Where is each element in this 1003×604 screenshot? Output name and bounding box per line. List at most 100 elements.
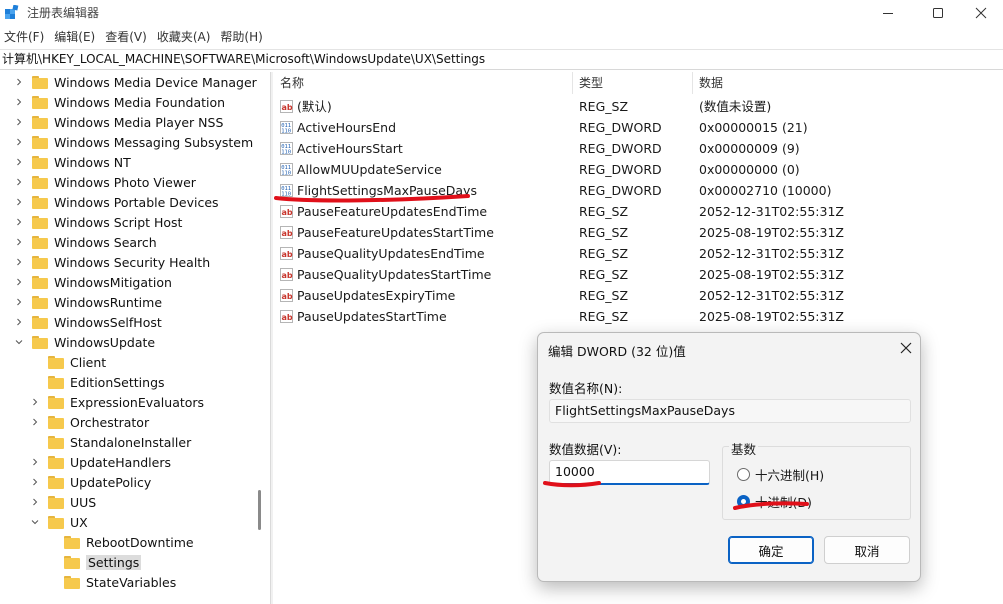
list-row[interactable]: 011 110 ActiveHoursEnd REG_DWORD 0x00000015 … <box>274 117 1003 138</box>
tree-item[interactable]: WindowsUpdate <box>14 332 266 352</box>
column-header-name[interactable]: 名称 <box>274 72 573 94</box>
tree-expander[interactable] <box>30 412 40 432</box>
folder-icon <box>48 435 64 449</box>
tree-item[interactable]: StandaloneInstaller <box>30 432 266 452</box>
tree-item[interactable]: Windows Photo Viewer <box>14 172 266 192</box>
tree-item[interactable]: Windows Security Health <box>14 252 266 272</box>
list-row[interactable]: ab PauseFeatureUpdatesEndTime REG_SZ 2052-1… <box>274 201 1003 222</box>
tree-item[interactable]: Windows Media Device Manager <box>14 72 266 92</box>
hex-radio[interactable]: 十六进制(H) <box>737 465 824 484</box>
dialog-close-button[interactable] <box>896 339 916 357</box>
folder-icon <box>32 115 48 129</box>
tree-expander[interactable] <box>14 172 24 192</box>
tree-expander[interactable] <box>30 452 40 472</box>
tree-item-label: UpdatePolicy <box>70 474 152 490</box>
tree-item[interactable]: Orchestrator <box>30 412 266 432</box>
maximize-button[interactable] <box>915 0 961 26</box>
value-data: 2025-08-19T02:55:31Z <box>699 309 844 324</box>
tree-item[interactable]: EditionSettings <box>30 372 266 392</box>
menu-favorites[interactable]: 收藏夹(A) <box>153 27 217 47</box>
tree-item-label: UX <box>70 514 88 530</box>
tree-expander[interactable] <box>14 192 24 212</box>
value-name: PauseFeatureUpdatesStartTime <box>297 225 494 240</box>
string-value-icon: ab <box>280 268 293 281</box>
tree-item[interactable]: Windows Media Foundation <box>14 92 266 112</box>
tree-expander[interactable] <box>14 232 24 252</box>
value-name-cell: 011 110 FlightSettingsMaxPauseDays <box>280 180 477 201</box>
svg-text:110: 110 <box>281 150 291 156</box>
menu-edit[interactable]: 编辑(E) <box>50 27 101 47</box>
tree-expander[interactable] <box>14 212 24 232</box>
cancel-button[interactable]: 取消 <box>824 536 910 564</box>
tree-scrollbar-thumb[interactable] <box>258 490 261 530</box>
tree-item-label: Windows Search <box>54 234 157 250</box>
tree-expander[interactable] <box>14 312 24 332</box>
value-name: PauseQualityUpdatesStartTime <box>297 267 492 282</box>
tree-expander[interactable] <box>14 272 24 292</box>
decimal-radio[interactable]: 十进制(D) <box>737 492 812 511</box>
menu-view[interactable]: 查看(V) <box>101 27 153 47</box>
list-row[interactable]: ab PauseQualityUpdatesStartTime REG_SZ 2025… <box>274 264 1003 285</box>
tree-item[interactable]: Windows Search <box>14 232 266 252</box>
tree-expander <box>46 532 56 552</box>
regedit-app-icon <box>5 5 19 19</box>
chevron-right-icon <box>33 418 38 426</box>
tree-item[interactable]: Windows Media Player NSS <box>14 112 266 132</box>
tree-item[interactable]: Windows NT <box>14 152 266 172</box>
list-row[interactable]: 011 110 FlightSettingsMaxPauseDays REG_DWOR… <box>274 180 1003 201</box>
tree-expander[interactable] <box>14 152 24 172</box>
tree-item[interactable]: Windows Portable Devices <box>14 192 266 212</box>
address-bar[interactable]: 计算机\HKEY_LOCAL_MACHINE\SOFTWARE\Microsof… <box>0 49 1003 70</box>
column-header-data[interactable]: 数据 <box>693 72 983 94</box>
tree-expander[interactable] <box>30 492 40 512</box>
list-row[interactable]: 011 110 AllowMUUpdateService REG_DWORD 0x000… <box>274 159 1003 180</box>
pane-splitter[interactable] <box>270 72 273 604</box>
tree-expander[interactable] <box>14 92 24 112</box>
menu-help[interactable]: 帮助(H) <box>216 27 268 47</box>
tree-expander[interactable] <box>30 512 40 532</box>
tree-item[interactable]: WindowsMitigation <box>14 272 266 292</box>
tree-expander[interactable] <box>14 332 24 352</box>
value-type: REG_SZ <box>579 204 629 219</box>
folder-icon <box>48 455 64 469</box>
tree-expander[interactable] <box>14 252 24 272</box>
list-row[interactable]: ab PauseUpdatesStartTime REG_SZ 2025-08-19T… <box>274 306 1003 327</box>
tree-expander[interactable] <box>14 132 24 152</box>
tree-item[interactable]: Settings <box>46 552 266 572</box>
tree-expander[interactable] <box>14 72 24 92</box>
folder-icon <box>32 195 48 209</box>
value-data-input[interactable]: 10000 <box>549 460 710 485</box>
tree-item-label: UUS <box>70 494 97 510</box>
tree-item[interactable]: UpdatePolicy <box>30 472 266 492</box>
tree-item[interactable]: UUS <box>30 492 266 512</box>
tree-item[interactable]: ExpressionEvaluators <box>30 392 266 412</box>
tree-item[interactable]: StateVariables <box>46 572 266 592</box>
tree-expander[interactable] <box>30 392 40 412</box>
menu-file[interactable]: 文件(F) <box>0 27 50 47</box>
tree-expander[interactable] <box>14 112 24 132</box>
list-row[interactable]: ab (默认) REG_SZ (数值未设置) <box>274 96 1003 117</box>
tree-expander[interactable] <box>30 472 40 492</box>
tree-item[interactable]: Windows Script Host <box>14 212 266 232</box>
tree-item[interactable]: Client <box>30 352 266 372</box>
tree-item-label: Windows Media Device Manager <box>54 74 257 90</box>
folder-icon <box>48 395 64 409</box>
list-row[interactable]: ab PauseFeatureUpdatesStartTime REG_SZ 2025… <box>274 222 1003 243</box>
string-value-icon: ab <box>280 247 293 260</box>
radio-checked-icon <box>737 495 750 508</box>
value-type: REG_DWORD <box>579 141 662 156</box>
column-header-type[interactable]: 类型 <box>573 72 693 94</box>
tree-item[interactable]: WindowsRuntime <box>14 292 266 312</box>
list-row[interactable]: 011 110 ActiveHoursStart REG_DWORD 0x0000000… <box>274 138 1003 159</box>
tree-item[interactable]: UX <box>30 512 266 532</box>
list-row[interactable]: ab PauseQualityUpdatesEndTime REG_SZ 2052-1… <box>274 243 1003 264</box>
list-row[interactable]: ab PauseUpdatesExpiryTime REG_SZ 2052-12-31… <box>274 285 1003 306</box>
tree-item[interactable]: RebootDowntime <box>46 532 266 552</box>
tree-item[interactable]: UpdateHandlers <box>30 452 266 472</box>
tree-item[interactable]: Windows Messaging Subsystem <box>14 132 266 152</box>
tree-item[interactable]: WindowsSelfHost <box>14 312 266 332</box>
ok-button[interactable]: 确定 <box>728 536 814 564</box>
tree-expander[interactable] <box>14 292 24 312</box>
minimize-button[interactable] <box>865 0 911 26</box>
close-window-button[interactable] <box>958 0 1003 26</box>
